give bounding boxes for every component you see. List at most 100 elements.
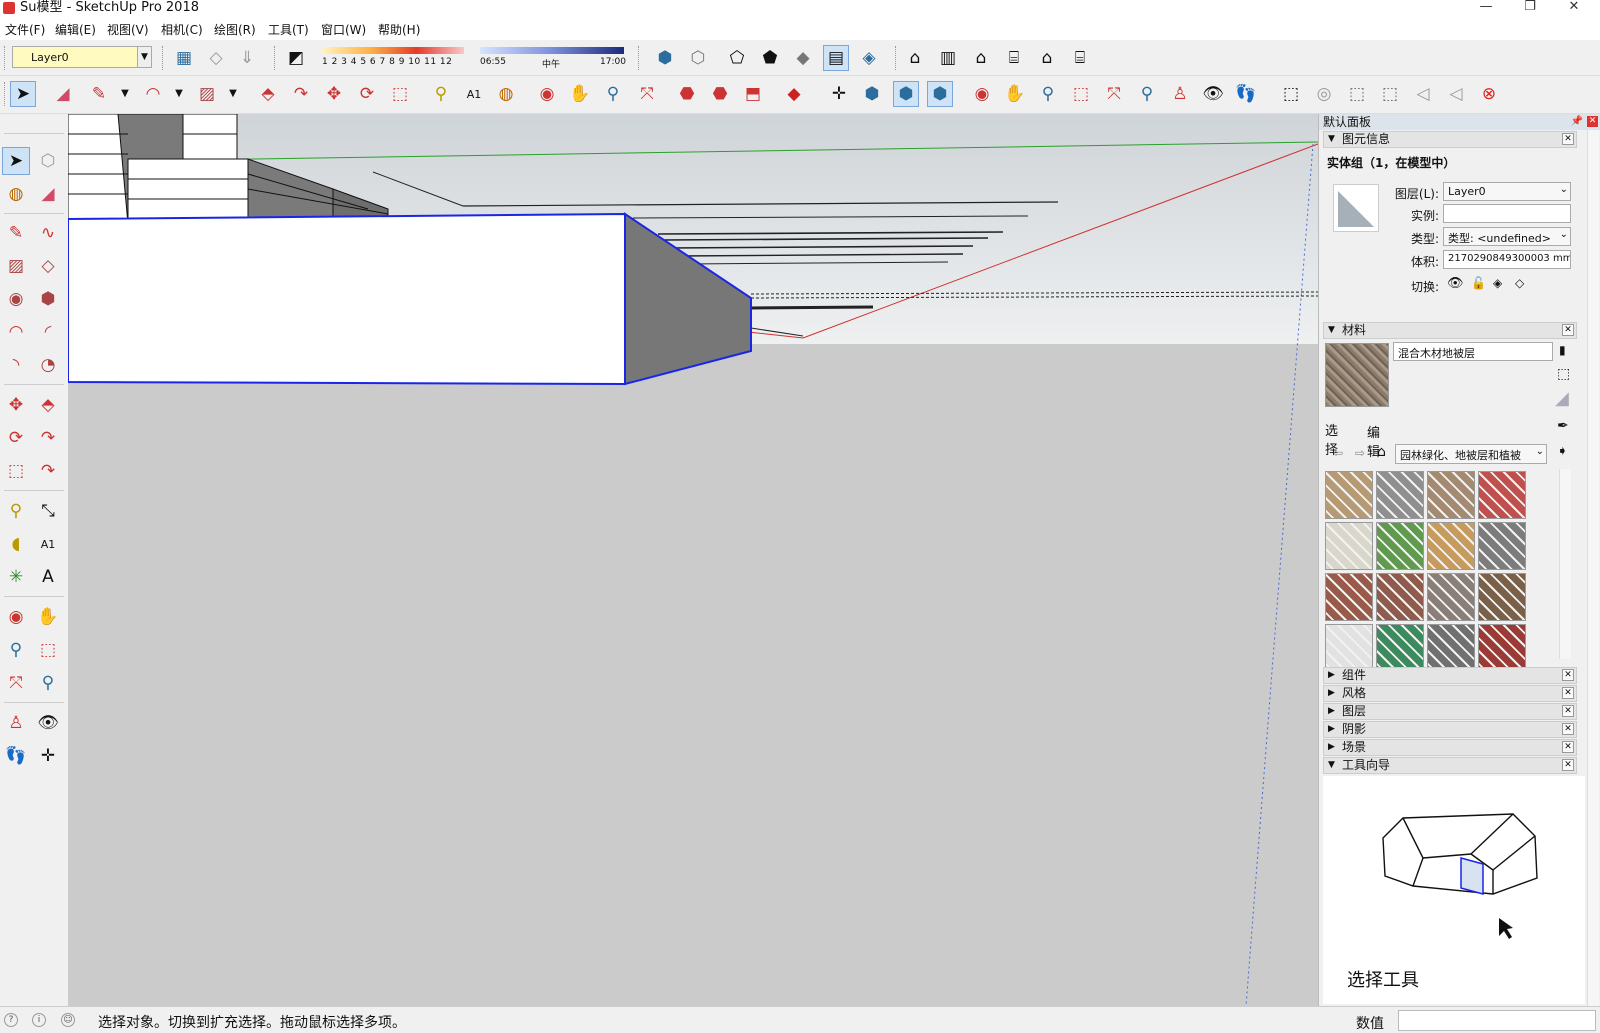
tray-scrollbar[interactable] [1587,130,1599,1006]
move-tool-icon[interactable]: ✥ [321,81,347,107]
shaded-with-textures-icon[interactable]: ▤ [823,45,849,71]
menu-help[interactable]: 帮助(H) [378,21,420,38]
material-swatch[interactable] [1478,624,1526,672]
line-tool-icon[interactable]: ✎ [2,219,30,247]
material-swatch[interactable] [1376,573,1424,621]
add-detail-icon[interactable]: ◁ [1443,81,1469,107]
shadows-header[interactable]: ▶ 阴影 ✕ [1323,721,1577,738]
measurements-input[interactable] [1398,1010,1596,1031]
close-section-icon[interactable]: ✕ [1562,324,1574,336]
material-swatch[interactable] [1376,522,1424,570]
home-icon[interactable]: ⌂ [1377,444,1386,460]
menu-window[interactable]: 窗口(W) [321,21,366,38]
close-section-icon[interactable]: ✕ [1562,687,1574,699]
position-camera-icon[interactable]: ♙ [1167,81,1193,107]
visibility-eye-icon[interactable]: 👁 [1447,276,1464,291]
look-around-icon[interactable]: 👁 [1200,81,1226,107]
zoom-extents-icon[interactable]: ⤧ [1101,81,1127,107]
maximize-button[interactable]: ❐ [1508,0,1552,18]
tape-measure-icon[interactable]: ⚲ [2,497,30,525]
previous-view-icon[interactable]: ⚲ [1134,81,1160,107]
walk-icon[interactable]: 👣 [1233,81,1259,107]
scale-tool-icon[interactable]: ⬚ [387,81,413,107]
scenes-header[interactable]: ▶ 场景 ✕ [1323,739,1577,756]
sandbox-from-contours-icon[interactable]: ⬚ [1278,81,1304,107]
material-swatch[interactable] [1376,624,1424,672]
shaded-icon[interactable]: ◆ [790,45,816,71]
back-view-icon[interactable]: ⌂ [1034,45,1060,71]
previous-view-icon[interactable]: ⚲ [34,669,62,697]
close-window-button[interactable]: ✕ [1552,0,1596,18]
move-tool-icon[interactable]: ✥ [2,391,30,419]
line-tool-icon[interactable]: ✎ [86,81,112,107]
components-header[interactable]: ▶ 组件 ✕ [1323,667,1577,684]
chevron-down-icon[interactable]: ▼ [112,81,138,107]
layer-tag-icon[interactable]: ◇ [203,45,229,71]
section-plane-icon[interactable]: ⬢ [859,81,885,107]
rotated-rectangle-icon[interactable]: ◇ [34,252,62,280]
offset-tool-icon[interactable]: ↷ [34,457,62,485]
material-swatch[interactable] [1427,624,1475,672]
section-display-icon[interactable]: ⬢ [893,81,919,107]
section-cut-icon[interactable]: ⬢ [927,81,953,107]
cast-shadows-icon[interactable]: ◇ [1515,276,1524,290]
rectangle-tool-icon[interactable]: ▨ [194,81,220,107]
pie-tool-icon[interactable]: ◔ [34,351,62,379]
eraser-icon[interactable]: ◢ [34,180,62,208]
material-swatch[interactable] [1376,471,1424,519]
iso-view-icon[interactable]: ⌂ [902,45,928,71]
close-section-icon[interactable]: ✕ [1562,759,1574,771]
type-dropdown[interactable]: 类型: <undefined> ⌄ [1443,227,1571,246]
make-component-icon[interactable]: ⬡ [34,147,62,175]
zoom-icon[interactable]: ⚲ [1035,81,1061,107]
material-library-dropdown[interactable]: 园林绿化、地被层和植被 ⌄ [1395,444,1547,464]
tape-measure-icon[interactable]: ⚲ [428,81,454,107]
look-around-icon[interactable]: 👁 [34,709,62,737]
3d-text-icon[interactable]: A [34,563,62,591]
material-swatch[interactable] [1478,522,1526,570]
follow-me-icon[interactable]: ↷ [288,81,314,107]
axes-icon[interactable]: ✛ [826,81,852,107]
front-view-icon[interactable]: ⌂ [968,45,994,71]
material-swatch[interactable] [1325,522,1373,570]
top-view-icon[interactable]: ▥ [935,45,961,71]
text-tool-icon[interactable]: A1 [34,530,62,558]
arc-tool-icon[interactable]: ◠ [2,318,30,346]
material-swatch[interactable] [1427,522,1475,570]
chevron-down-icon[interactable]: ▼ [220,81,246,107]
details-arrow-icon[interactable]: ➧ [1557,444,1568,459]
dimension-tool-icon[interactable]: ⤡ [34,497,62,525]
pan-hand-icon[interactable]: ✋ [1002,81,1028,107]
selected-group[interactable] [68,212,752,386]
materials-header[interactable]: ▼ 材料 ✕ [1323,322,1577,339]
pan-hand-icon[interactable]: ✋ [34,603,62,631]
rotate-tool-icon[interactable]: ⟳ [2,424,30,452]
model-viewport[interactable] [68,114,1318,1006]
menu-edit[interactable]: 编辑(E) [55,21,96,38]
share-model-icon[interactable]: ⬣ [707,81,733,107]
shadow-date-slider[interactable]: 1 2 3 4 5 6 7 8 9 10 11 12 [322,47,464,69]
two-point-arc-icon[interactable]: ◜ [34,318,62,346]
polygon-tool-icon[interactable]: ⬢ [34,285,62,313]
sample-paint-icon[interactable]: ◢ [1555,388,1569,409]
arc-tool-icon[interactable]: ◠ [140,81,166,107]
toolbar-grip[interactable] [162,46,165,70]
pin-icon[interactable]: 📌 [1571,114,1583,130]
swatch-scrollbar[interactable] [1559,469,1571,659]
drape-icon[interactable]: ◁ [1410,81,1436,107]
extension-warehouse-icon[interactable]: ⬒ [740,81,766,107]
back-edges-icon[interactable]: ⬡ [685,45,711,71]
left-view-icon[interactable]: ⌸ [1067,45,1093,71]
material-swatch[interactable] [1427,471,1475,519]
forward-arrow-icon[interactable]: ⇨ [1355,446,1365,460]
close-section-icon[interactable]: ✕ [1562,705,1574,717]
zoom-icon[interactable]: ⚲ [600,81,626,107]
monochrome-icon[interactable]: ◈ [856,45,882,71]
flip-edge-icon[interactable]: ⊗ [1476,81,1502,107]
layer-dropdown[interactable]: Layer0 ▼ [12,46,152,68]
ruby-extension-icon[interactable]: ◆ [781,81,807,107]
zoom-extents-icon[interactable]: ⤧ [634,81,660,107]
wireframe-icon[interactable]: ⬠ [724,45,750,71]
rectangle-tool-icon[interactable]: ▨ [2,252,30,280]
material-swatch[interactable] [1325,573,1373,621]
